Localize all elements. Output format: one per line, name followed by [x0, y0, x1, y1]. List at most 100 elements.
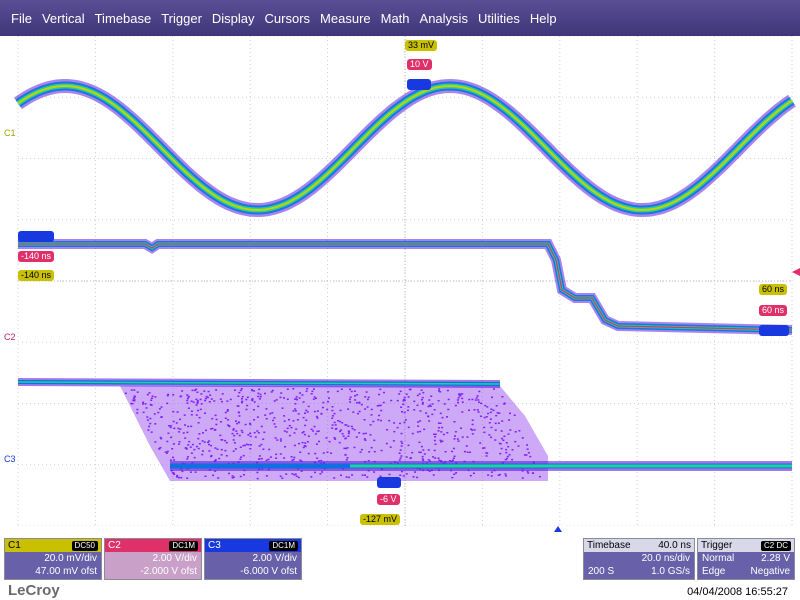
c3-persistence-dot: [434, 457, 437, 459]
c3-persistence-dot: [220, 400, 223, 403]
c3-persistence-dot: [505, 442, 508, 444]
c3-persistence-dot: [477, 411, 480, 413]
c3-persistence-dot: [405, 393, 408, 395]
menu-file[interactable]: File: [6, 11, 37, 26]
c3-persistence-dot: [327, 391, 330, 393]
c3-persistence-dot: [453, 438, 456, 440]
c3-persistence-dot: [206, 396, 209, 399]
c2-descriptor[interactable]: C2 DC1M 2.00 V/div -2.000 V ofst: [104, 538, 202, 580]
trigger-level: 2.28 V: [761, 553, 790, 564]
menu-help[interactable]: Help: [525, 11, 562, 26]
c3-persistence-dot: [190, 425, 193, 428]
menu-trigger[interactable]: Trigger: [156, 11, 207, 26]
c3-persistence-dot: [234, 389, 236, 391]
c3-persistence-dot: [172, 410, 175, 413]
c3-persistence-dot: [358, 432, 361, 434]
c3-persistence-dot: [273, 400, 276, 402]
c3-persistence-dot: [400, 455, 403, 457]
c3-persistence-dot: [431, 403, 434, 405]
c3-persistence-dot: [190, 410, 193, 412]
menu-utilities[interactable]: Utilities: [473, 11, 525, 26]
c3-persistence-dot: [249, 422, 251, 425]
c3-persistence-dot: [518, 430, 521, 432]
c3-persistence-dot: [411, 432, 414, 435]
c3-persistence-dot: [355, 436, 358, 438]
c3-persistence-dot: [349, 401, 352, 403]
c3-persistence-dot: [501, 420, 504, 422]
c3-persistence-dot: [457, 397, 460, 399]
c3-persistence-dot: [281, 407, 284, 409]
c3-persistence-dot: [234, 448, 237, 450]
c3-persistence-dot: [527, 472, 530, 474]
c3-persistence-dot: [191, 389, 194, 392]
menu-analysis[interactable]: Analysis: [415, 11, 473, 26]
c3-persistence-dot: [345, 476, 348, 478]
c3-persistence-dot: [419, 430, 422, 433]
c3-persistence-dot: [192, 401, 195, 403]
menu-measure[interactable]: Measure: [315, 11, 376, 26]
c1-descriptor[interactable]: C1 DC50 20.0 mV/div 47.00 mV ofst: [4, 538, 102, 580]
c3-persistence-dot: [209, 394, 212, 396]
menu-vertical[interactable]: Vertical: [37, 11, 90, 26]
c3-persistence-dot: [189, 471, 192, 473]
c3-persistence-dot: [361, 474, 364, 476]
timebase-descriptor[interactable]: Timebase 40.0 ns 20.0 ns/div 200 S 1.0 G…: [583, 538, 695, 580]
c3-persistence-dot: [205, 429, 207, 432]
c3-persistence-dot: [487, 474, 490, 476]
waveform-display[interactable]: 33 mV 10 V -140 ns -140 ns 60 ns 60 ns -…: [0, 36, 800, 526]
brand-logo: LeCroy: [8, 582, 60, 599]
c3-persistence-dot: [132, 397, 135, 399]
menu-math[interactable]: Math: [376, 11, 415, 26]
c3-persistence-dot: [498, 442, 501, 445]
c3-persistence-dot: [292, 420, 295, 422]
c1-offset: 47.00 mV ofst: [35, 566, 97, 577]
c3-persistence-dot: [204, 397, 207, 400]
c3-persistence-dot: [176, 411, 179, 413]
c3-persistence-dot: [202, 432, 204, 434]
menu-cursors[interactable]: Cursors: [260, 11, 316, 26]
c3-persistence-dot: [428, 420, 431, 422]
c3-persistence-dot: [239, 475, 242, 478]
c3-persistence-dot: [237, 395, 240, 397]
c3-persistence-dot: [142, 403, 144, 405]
c1-top-marker: 33 mV: [405, 40, 438, 51]
menu-timebase[interactable]: Timebase: [90, 11, 157, 26]
c3-persistence-dot: [486, 452, 489, 454]
c3-persistence-dot: [291, 473, 294, 475]
c3-persistence-dot: [508, 454, 511, 456]
c3-persistence-dot: [187, 396, 190, 398]
c3-persistence-dot: [421, 458, 424, 460]
c3-persistence-dot: [145, 407, 148, 409]
c3-persistence-dot: [339, 420, 342, 423]
c3-persistence-dot: [511, 449, 514, 451]
c3-persistence-dot: [316, 417, 319, 419]
c3-persistence-dot: [231, 432, 234, 435]
c3-persistence-dot: [154, 441, 157, 443]
c3-persistence-dot: [271, 389, 274, 392]
c3-persistence-dot: [169, 426, 172, 429]
c3-persistence-dot: [179, 418, 181, 421]
menu-display[interactable]: Display: [207, 11, 260, 26]
c3-persistence-dot: [488, 434, 491, 436]
c3-persistence-dot: [313, 425, 316, 428]
c3-persistence-dot: [437, 457, 440, 459]
c3-persistence-dot: [330, 452, 333, 454]
c3-persistence-dot: [316, 410, 319, 412]
c3-persistence-dot: [279, 440, 282, 442]
c3-persistence-dot: [213, 400, 216, 402]
c3-persistence-dot: [296, 419, 299, 421]
c3-persistence-dot: [253, 431, 256, 434]
c3-persistence-dot: [400, 406, 403, 408]
trigger-descriptor[interactable]: Trigger C2 DC Normal 2.28 V Edge Negativ…: [697, 538, 795, 580]
c3-persistence-dot: [275, 457, 278, 459]
c3-persistence-dot: [258, 398, 261, 400]
c3-persistence-dot: [380, 419, 382, 422]
c3-persistence-dot: [298, 442, 300, 445]
c3-persistence-dot: [378, 404, 381, 407]
c3-persistence-dot: [400, 432, 403, 435]
c3-persistence-dot: [203, 390, 206, 392]
c3-persistence-dot: [405, 473, 408, 475]
c3-descriptor[interactable]: C3 DC1M 2.00 V/div -6.000 V ofst: [204, 538, 302, 580]
c3-persistence-dot: [403, 396, 406, 399]
c3-persistence-dot: [310, 393, 313, 395]
